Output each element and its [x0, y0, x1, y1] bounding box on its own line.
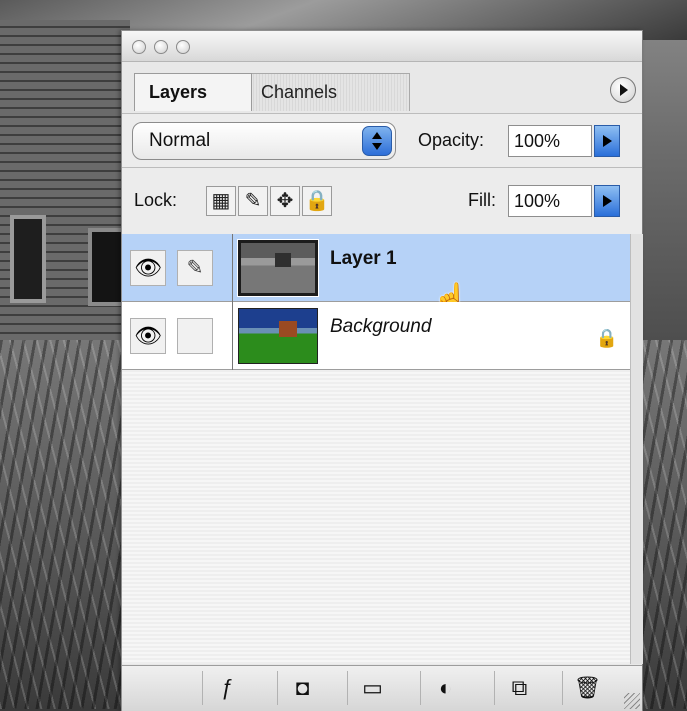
lock-all-icon[interactable]: 🔒 [302, 186, 332, 216]
new-layer-icon[interactable]: ⧉ [494, 671, 544, 705]
layer-name[interactable]: Background [330, 316, 431, 338]
fill-arrow-icon[interactable] [594, 185, 620, 217]
blend-mode-value: Normal [149, 130, 211, 151]
adjustment-icon[interactable]: ◐ [420, 671, 470, 705]
layer-divider [232, 234, 233, 302]
palette-menu-icon[interactable] [610, 77, 636, 103]
lock-transparency-icon[interactable]: ▦ [206, 186, 236, 216]
zoom-button[interactable] [176, 40, 190, 54]
palette-titlebar[interactable] [122, 31, 642, 62]
trash-icon[interactable]: 🗑 [562, 671, 612, 705]
fill-input[interactable]: 100% [508, 185, 592, 217]
layer-thumbnail[interactable] [237, 239, 319, 297]
layer-thumbnail[interactable] [238, 308, 318, 364]
blend-opacity-row: Normal Opacity: 100% [122, 113, 642, 168]
palette-bottom-toolbar: ƒ ◘ ▭ ◐ ⧉ 🗑 [122, 665, 642, 711]
layers-scrollbar[interactable] [630, 234, 643, 664]
lock-position-move-icon[interactable]: ✥ [270, 186, 300, 216]
folder-icon[interactable]: ▭ [347, 671, 397, 705]
brush-icon[interactable]: ✎ [177, 250, 213, 286]
fill-label: Fill: [468, 190, 496, 210]
blend-mode-select[interactable]: Normal [132, 122, 396, 160]
link-cell[interactable] [177, 318, 213, 354]
opacity-arrow-icon[interactable] [594, 125, 620, 157]
opacity-label: Opacity: [418, 130, 485, 150]
blend-mode-stepper-icon[interactable] [362, 126, 392, 156]
tab-layers[interactable]: Layers [134, 73, 252, 111]
lock-label: Lock: [134, 190, 178, 210]
photo-window [10, 215, 46, 303]
lock-icon: 🔒 [595, 328, 618, 348]
layer-name[interactable]: Layer 1 [330, 248, 397, 270]
tab-channels[interactable]: Channels [240, 73, 410, 111]
layers-palette: Channels Layers Normal Opacity: 100% Loc… [121, 30, 643, 711]
lock-fill-row: Lock: ▦ ✎ ✥ 🔒 Fill: 100% [122, 167, 642, 235]
eye-icon[interactable]: 👁 [130, 318, 166, 354]
fx-icon[interactable]: ƒ [202, 671, 252, 705]
close-button[interactable] [132, 40, 146, 54]
layers-list: 👁 ✎ Layer 1 ☝ 👁 Background 🔒 [122, 234, 630, 664]
resize-handle[interactable] [624, 693, 640, 709]
palette-tabs: Channels Layers [122, 61, 642, 113]
eye-icon[interactable]: 👁 [130, 250, 166, 286]
opacity-input[interactable]: 100% [508, 125, 592, 157]
layer-row[interactable]: 👁 Background 🔒 [122, 302, 630, 370]
minimize-button[interactable] [154, 40, 168, 54]
layer-divider [232, 302, 233, 370]
layer-row[interactable]: 👁 ✎ Layer 1 ☝ [122, 234, 630, 316]
mask-icon[interactable]: ◘ [277, 671, 327, 705]
lock-image-brush-icon[interactable]: ✎ [238, 186, 268, 216]
